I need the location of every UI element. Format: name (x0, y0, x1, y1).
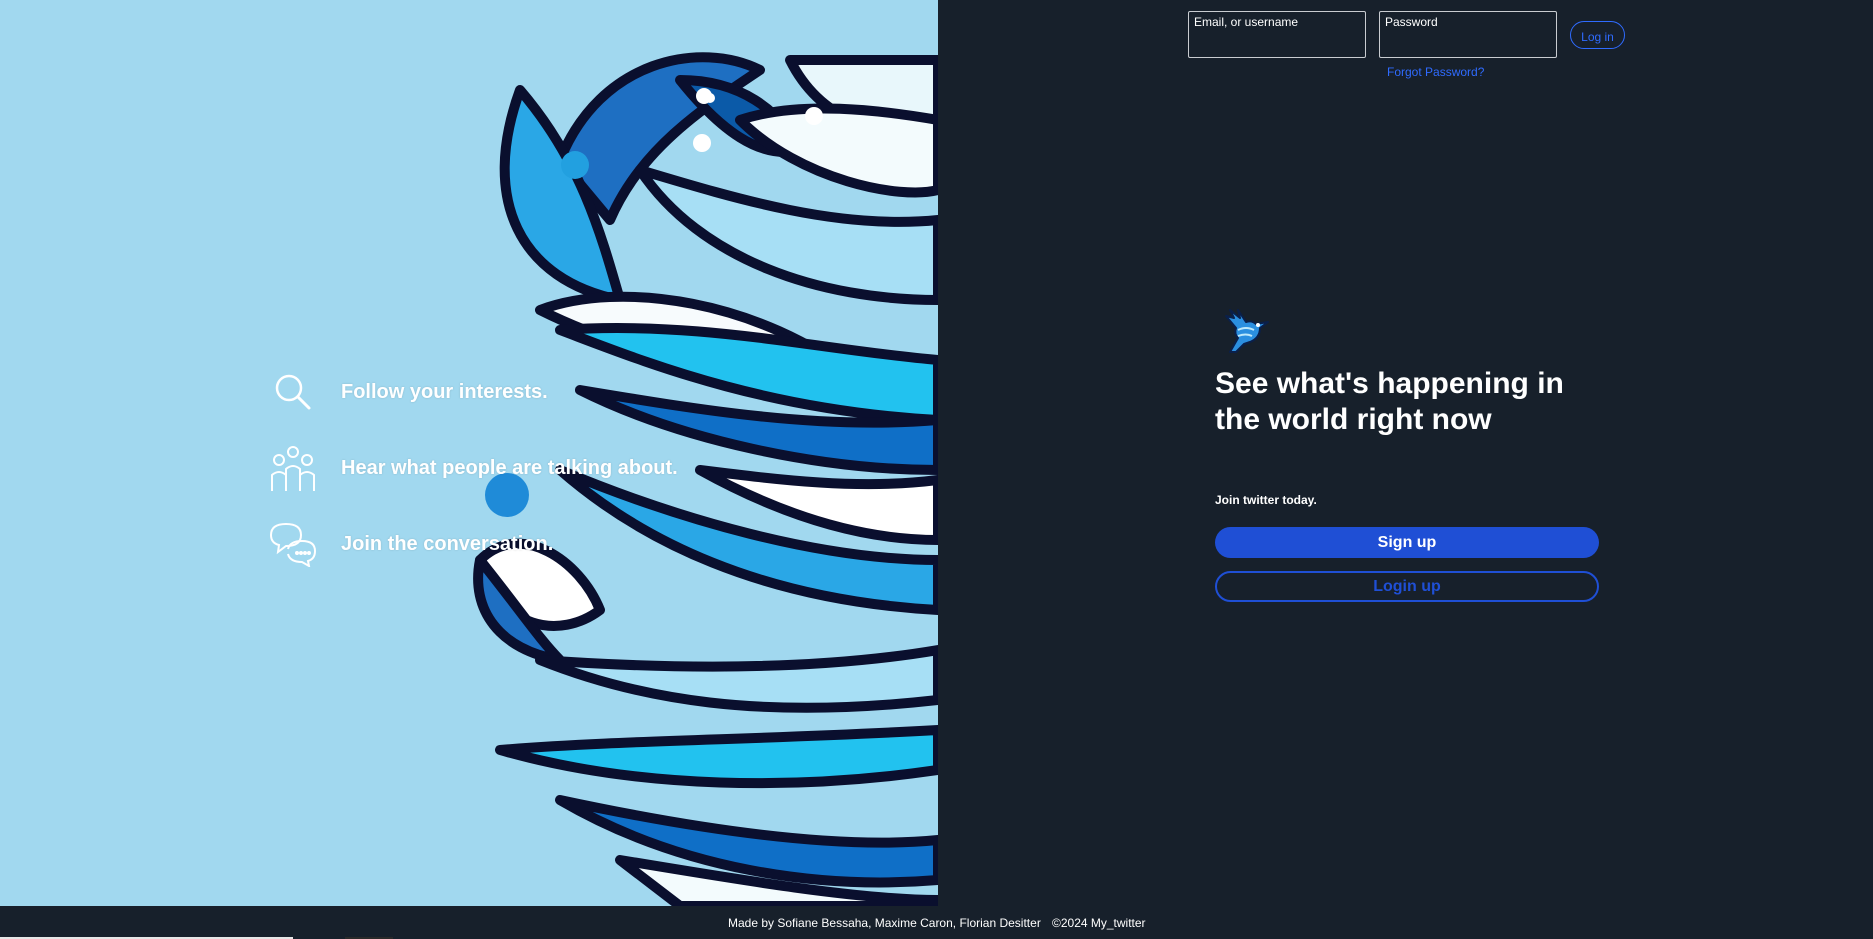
people-icon (268, 443, 318, 493)
footer-credits: Made by Sofiane Bessaha, Maxime Caron, F… (728, 916, 1041, 930)
left-hero-panel: Follow your interests. Hear what people … (0, 0, 938, 906)
bird-logo-icon (1220, 308, 1274, 361)
sign-up-button[interactable]: Sign up (1215, 527, 1599, 558)
right-panel (938, 0, 1873, 906)
feature-join-text: Join the conversation. (341, 532, 554, 555)
login-button[interactable]: Log in (1570, 21, 1625, 49)
username-label: Email, or username (1194, 15, 1299, 29)
feature-follow-interests: Follow your interests. (268, 367, 548, 417)
login-up-button[interactable]: Login up (1215, 571, 1599, 602)
chat-bubbles-icon (268, 519, 318, 569)
username-field[interactable]: Email, or username (1188, 11, 1366, 58)
feature-join-conversation: Join the conversation. (268, 519, 553, 569)
page-headline: See what's happening in the world right … (1215, 367, 1564, 436)
password-label: Password (1385, 15, 1438, 29)
feature-hear-text: Hear what people are talking about. (341, 456, 678, 479)
search-icon (268, 367, 318, 417)
username-input[interactable] (1193, 35, 1358, 53)
footer: Made by Sofiane Bessaha, Maxime Caron, F… (0, 906, 1873, 939)
password-input[interactable] (1384, 35, 1549, 53)
feature-follow-text: Follow your interests. (341, 380, 548, 403)
footer-copyright: ©2024 My_twitter (1052, 916, 1146, 930)
password-field[interactable]: Password (1379, 11, 1557, 58)
forgot-password-link[interactable]: Forgot Password? (1387, 65, 1484, 79)
join-text: Join twitter today. (1215, 493, 1317, 507)
feature-hear-people: Hear what people are talking about. (268, 443, 678, 493)
